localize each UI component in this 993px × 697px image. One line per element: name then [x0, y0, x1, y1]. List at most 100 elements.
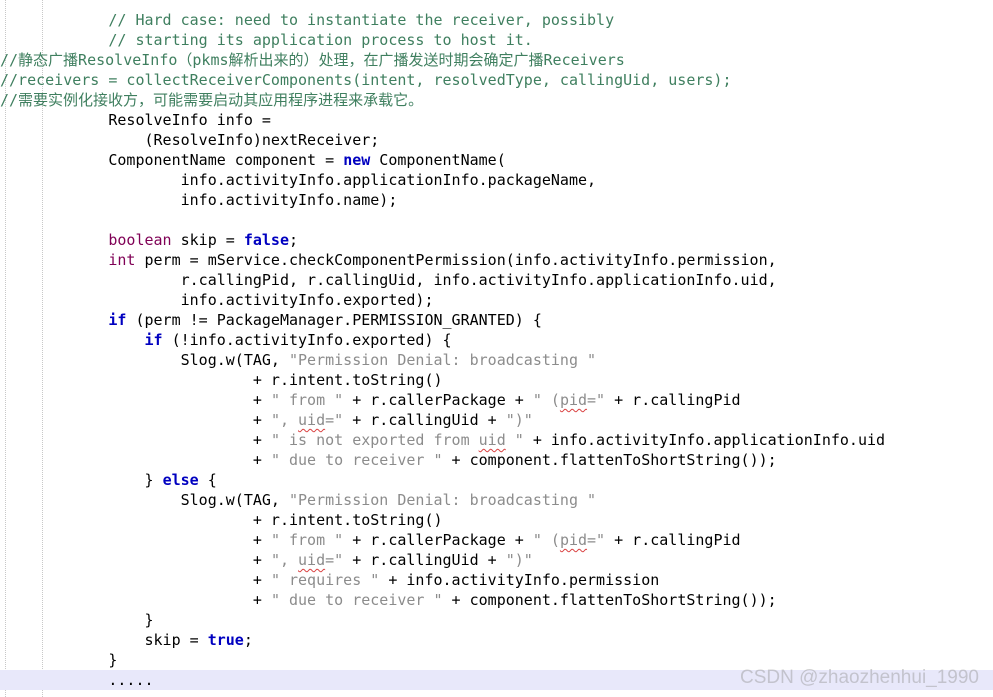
code-string: " from " [270, 531, 344, 549]
code-line[interactable]: (ResolveInfo)nextReceiver; [0, 130, 993, 150]
code-text: (perm != PackageManager.PERMISSION_GRANT… [126, 311, 542, 329]
code-line[interactable]: boolean skip = false; [0, 230, 993, 250]
code-keyword: false [243, 231, 289, 249]
code-line[interactable]: int perm = mService.checkComponentPermis… [0, 250, 993, 270]
code-line[interactable]: info.activityInfo.name); [0, 190, 993, 210]
code-string: " is not exported from [270, 431, 479, 449]
code-text: + info.activityInfo.permission [379, 571, 660, 589]
code-string-spellcheck: uid [478, 431, 506, 449]
code-string-spellcheck: uid [298, 411, 326, 429]
code-string: ", [270, 411, 299, 429]
code-line[interactable]: ComponentName component = new ComponentN… [0, 150, 993, 170]
code-keyword: true [207, 631, 244, 649]
code-type-keyword: boolean [108, 231, 172, 249]
code-line[interactable]: + " requires " + info.activityInfo.permi… [0, 570, 993, 590]
code-string: ")" [505, 551, 533, 569]
code-text: + r.callingUid + [343, 411, 506, 429]
code-text: + [252, 451, 271, 469]
code-text: (!info.activityInfo.exported) { [162, 331, 452, 349]
code-line[interactable]: r.callingPid, r.callingUid, info.activit… [0, 270, 993, 290]
code-text: skip = [144, 631, 208, 649]
code-text: info.activityInfo.exported); [180, 291, 434, 309]
code-line[interactable]: + " is not exported from uid " + info.ac… [0, 430, 993, 450]
code-line[interactable]: + " due to receiver " + component.flatte… [0, 450, 993, 470]
code-text: + r.intent.toString() [252, 371, 443, 389]
code-line[interactable]: info.activityInfo.applicationInfo.packag… [0, 170, 993, 190]
code-line[interactable] [0, 210, 993, 230]
code-line[interactable]: Slog.w(TAG, "Permission Denial: broadcas… [0, 350, 993, 370]
code-line[interactable]: // starting its application process to h… [0, 30, 993, 50]
code-line[interactable]: + r.intent.toString() [0, 370, 993, 390]
code-text: + [252, 591, 271, 609]
code-text: info.activityInfo.name); [180, 191, 398, 209]
code-text: } [144, 611, 154, 629]
code-text: { [198, 471, 217, 489]
code-text: } [144, 471, 163, 489]
code-string: " due to receiver " [270, 451, 443, 469]
code-line[interactable]: skip = true; [0, 630, 993, 650]
code-text: + [252, 431, 271, 449]
code-string: " from " [270, 391, 344, 409]
code-text: perm = mService.checkComponentPermission… [135, 251, 777, 269]
code-line[interactable]: //需要实例化接收方，可能需要启动其应用程序进程来承载它。 [0, 90, 993, 110]
code-string: " due to receiver " [270, 591, 443, 609]
code-line[interactable]: Slog.w(TAG, "Permission Denial: broadcas… [0, 490, 993, 510]
code-line[interactable]: if (!info.activityInfo.exported) { [0, 330, 993, 350]
code-editor[interactable]: // Hard case: need to instantiate the re… [0, 0, 993, 697]
code-keyword: if [108, 311, 127, 329]
code-text: + [252, 531, 271, 549]
code-string: " ( [532, 391, 560, 409]
code-line[interactable]: + r.intent.toString() [0, 510, 993, 530]
code-text: Slog.w(TAG, [180, 351, 289, 369]
code-line[interactable]: info.activityInfo.exported); [0, 290, 993, 310]
code-line[interactable]: + " due to receiver " + component.flatte… [0, 590, 993, 610]
code-line[interactable]: // Hard case: need to instantiate the re… [0, 10, 993, 30]
code-text: ; [243, 631, 253, 649]
code-text: (ResolveInfo)nextReceiver; [144, 131, 380, 149]
code-text: skip = [171, 231, 244, 249]
code-line[interactable]: + ", uid=" + r.callingUid + ")" [0, 410, 993, 430]
code-comment: //静态广播ResolveInfo（pkms解析出来的）处理，在广播发送时期会确… [0, 51, 625, 69]
code-text: + [252, 391, 271, 409]
code-line[interactable]: ResolveInfo info = [0, 110, 993, 130]
code-text: info.activityInfo.applicationInfo.packag… [180, 171, 597, 189]
code-text: + r.callerPackage + [343, 531, 533, 549]
code-string: ", [270, 551, 299, 569]
code-string-spellcheck: pid [559, 391, 588, 409]
code-keyword: new [343, 151, 371, 169]
code-area[interactable]: // Hard case: need to instantiate the re… [0, 10, 993, 690]
code-text: ; [289, 231, 299, 249]
code-string-spellcheck: pid [559, 531, 588, 549]
code-line[interactable]: } else { [0, 470, 993, 490]
code-line[interactable]: //静态广播ResolveInfo（pkms解析出来的）处理，在广播发送时期会确… [0, 50, 993, 70]
code-text: + info.activityInfo.applicationInfo.uid [523, 431, 886, 449]
code-line[interactable]: + " from " + r.callerPackage + " (pid=" … [0, 530, 993, 550]
code-string-spellcheck: uid [298, 551, 326, 569]
code-line[interactable]: } [0, 610, 993, 630]
code-type-keyword: int [108, 251, 136, 269]
code-line[interactable]: + ", uid=" + r.callingUid + ")" [0, 550, 993, 570]
code-line[interactable]: if (perm != PackageManager.PERMISSION_GR… [0, 310, 993, 330]
code-line[interactable]: + " from " + r.callerPackage + " (pid=" … [0, 390, 993, 410]
code-string: =" [325, 411, 344, 429]
code-line[interactable]: //receivers = collectReceiverComponents(… [0, 70, 993, 90]
code-comment: //需要实例化接收方，可能需要启动其应用程序进程来承载它。 [0, 91, 424, 109]
